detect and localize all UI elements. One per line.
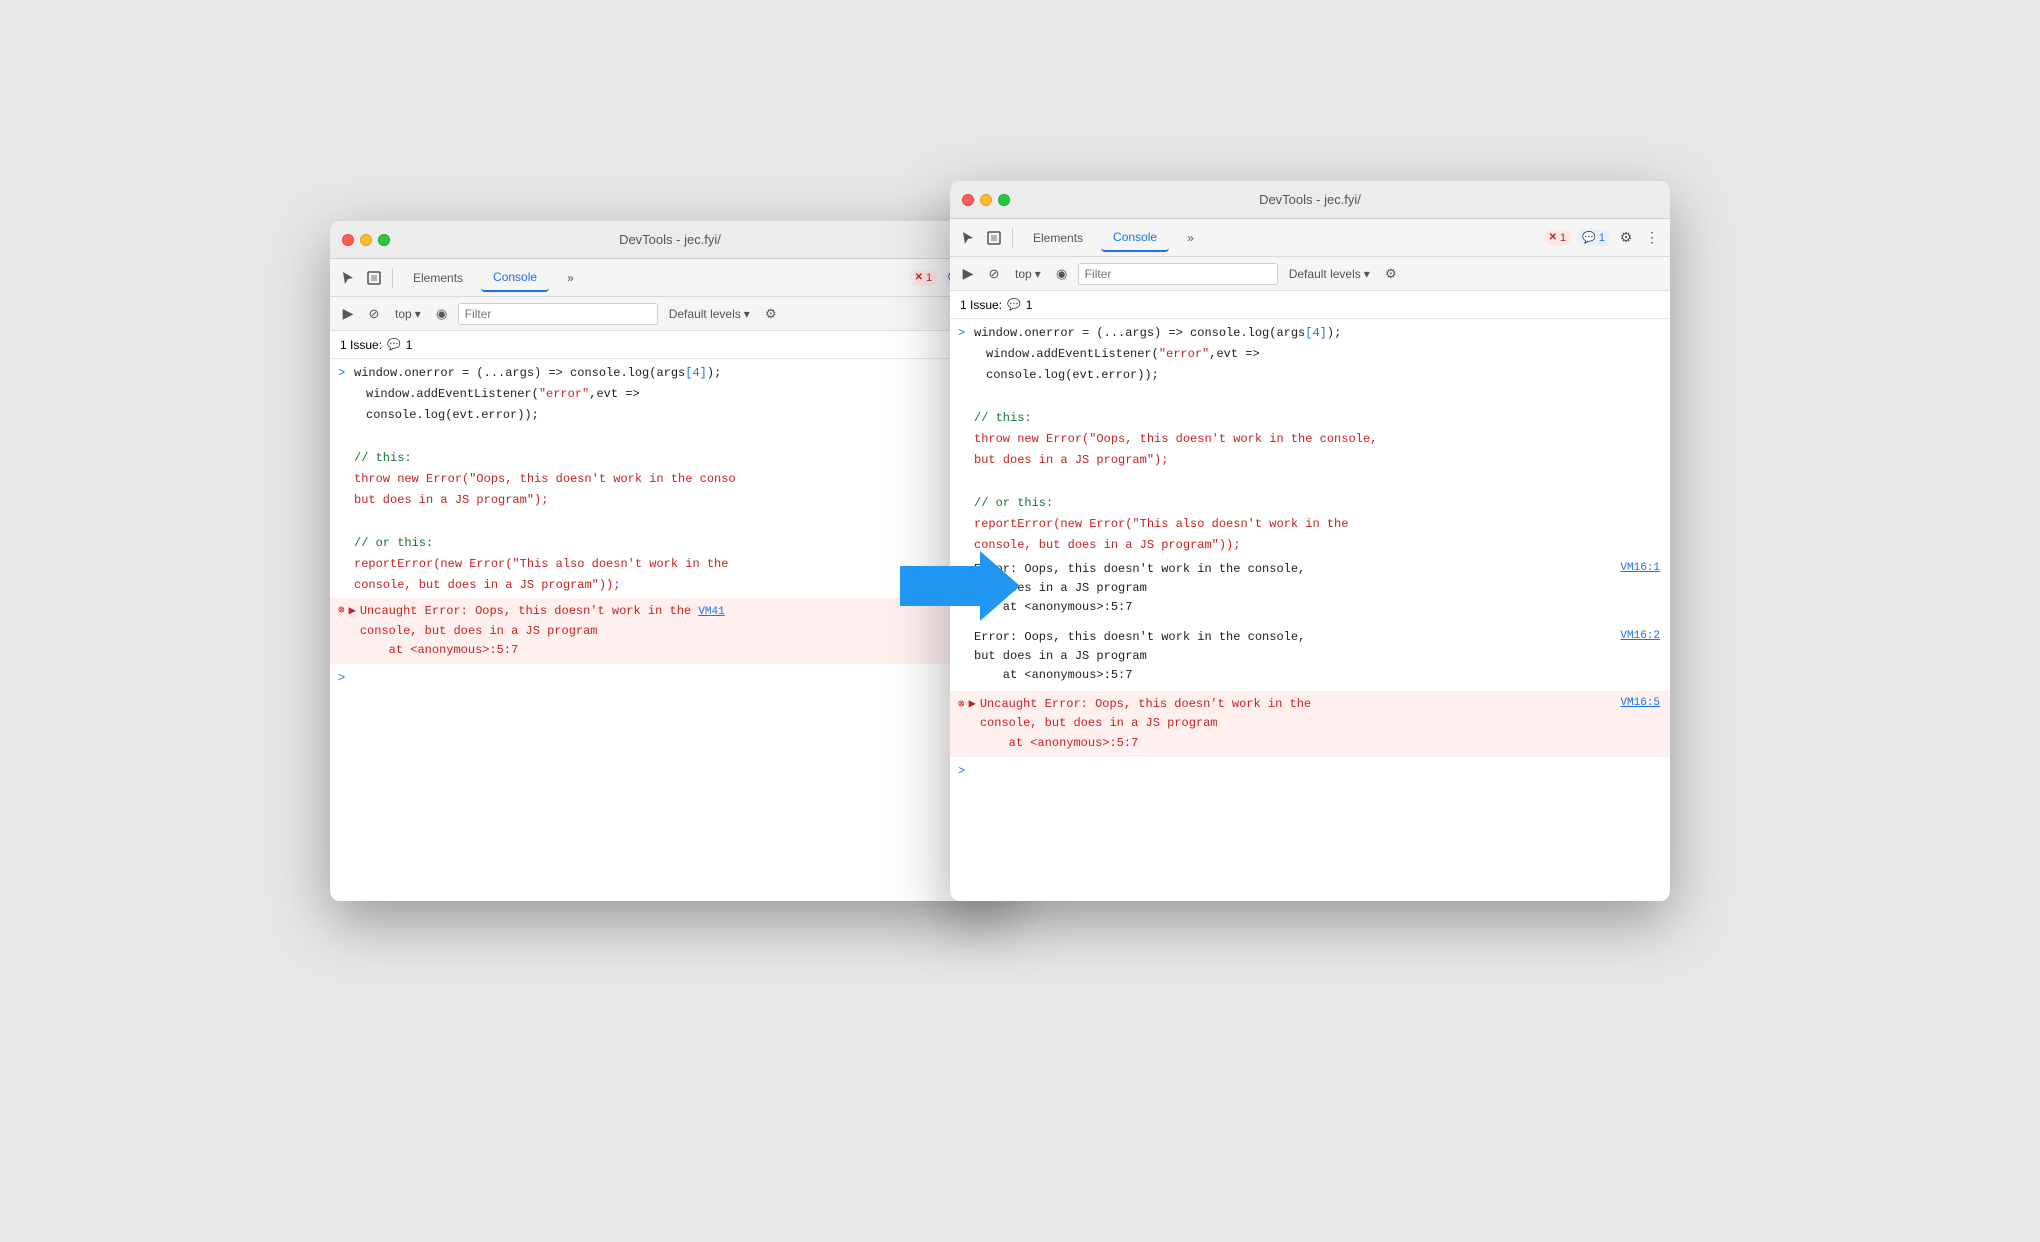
message-icon-front: 💬 (1582, 231, 1596, 244)
traffic-light-green-front[interactable] (998, 194, 1010, 206)
error-circle-front: ⊗ (958, 697, 965, 715)
error-content-front: Uncaught Error: Oops, this doesn't work … (980, 695, 1660, 753)
error-badge-back[interactable]: ✕ 1 (910, 270, 938, 286)
gear-icon-console-back[interactable]: ⚙ (761, 304, 781, 324)
tab-elements-front[interactable]: Elements (1021, 225, 1095, 251)
default-levels-back[interactable]: Default levels ▾ (664, 305, 755, 323)
tab-console-front[interactable]: Console (1101, 224, 1169, 252)
issue-icon-back: 💬 (387, 338, 401, 351)
cursor-icon-front[interactable] (958, 228, 978, 248)
main-scene: DevTools - jec.fyi/ Elements Console » ✕ (330, 131, 1710, 1111)
tab-elements-back[interactable]: Elements (401, 265, 475, 291)
box-icon[interactable] (364, 268, 384, 288)
console-front-throw-2: but does in a JS program"); (950, 450, 1670, 471)
console-front-line-3: console.log(evt.error)); (950, 365, 1670, 386)
console-front-blank-1 (950, 387, 1670, 408)
issue-text-back: 1 Issue: (340, 338, 382, 352)
toolbar-sep-1 (392, 268, 393, 288)
error-icon-back: ✕ (915, 272, 923, 283)
tab-console-back[interactable]: Console (481, 264, 549, 292)
traffic-lights-front (962, 194, 1010, 206)
message-count-front: 1 (1599, 232, 1605, 244)
tab-more-back[interactable]: » (555, 265, 586, 291)
console-comment-1: // this: (330, 448, 1010, 469)
issue-count-back: 1 (406, 338, 413, 352)
issue-bar-front: 1 Issue: 💬 1 (950, 291, 1670, 319)
console-blank-1 (330, 427, 1010, 448)
console-line-3: console.log(evt.error)); (330, 405, 1010, 426)
error-row-front: ⊗ ▶ Uncaught Error: Oops, this doesn't w… (950, 691, 1670, 757)
console-line-2: window.addEventListener("error",evt => (330, 384, 1010, 405)
issue-text-front: 1 Issue: (960, 298, 1002, 312)
gear-icon-front[interactable]: ⚙ (1616, 228, 1636, 248)
titlebar-front: DevTools - jec.fyi/ (950, 181, 1670, 219)
traffic-light-red-front[interactable] (962, 194, 974, 206)
default-levels-front[interactable]: Default levels ▾ (1284, 265, 1375, 283)
console-toolbar-front: ▶ ⊘ top ▾ ◉ Default levels ▾ ⚙ (950, 257, 1670, 291)
console-front-line-2: window.addEventListener("error",evt => (950, 344, 1670, 365)
console-front-comment-1: // this: (950, 408, 1670, 429)
top-dropdown-front[interactable]: top ▾ (1010, 264, 1046, 284)
console-front-report-2: console, but does in a JS program")); (950, 535, 1670, 556)
ban-icon-back[interactable]: ⊘ (364, 304, 384, 324)
titlebar-back: DevTools - jec.fyi/ (330, 221, 1010, 259)
console-front-throw-1: throw new Error("Oops, this doesn't work… (950, 429, 1670, 450)
error-output-2: Error: Oops, this doesn't work in the co… (950, 624, 1670, 690)
eye-icon-back[interactable]: ◉ (432, 304, 452, 324)
console-prompt-back: > (330, 668, 1010, 686)
filter-input-front[interactable] (1078, 263, 1278, 285)
console-prompt-front: > (950, 761, 1670, 779)
toolbar-sep-front (1012, 228, 1013, 248)
console-content-back: > window.onerror = (...args) => console.… (330, 359, 1010, 690)
traffic-light-green[interactable] (378, 234, 390, 246)
window-title-front: DevTools - jec.fyi/ (1259, 192, 1361, 207)
issue-icon-front: 💬 (1007, 298, 1021, 311)
message-badge-front[interactable]: 💬 1 (1577, 229, 1610, 246)
traffic-light-yellow[interactable] (360, 234, 372, 246)
console-front-line-1: > window.onerror = (...args) => console.… (950, 323, 1670, 344)
error-count-back: 1 (926, 272, 932, 284)
vm16-2-ref[interactable]: VM16:2 (1620, 628, 1660, 646)
devtools-window-front: DevTools - jec.fyi/ Elements Console » ✕ (950, 181, 1670, 901)
error-icon-circle-back: ⊗ (338, 603, 345, 621)
traffic-lights-back (342, 234, 390, 246)
play-icon-back[interactable]: ▶ (338, 304, 358, 324)
issue-bar-back: 1 Issue: 💬 1 (330, 331, 1010, 359)
ban-icon-front[interactable]: ⊘ (984, 264, 1004, 284)
cursor-icon[interactable] (338, 268, 358, 288)
error-triangle-front: ▶ (969, 695, 976, 714)
vm16-5-ref[interactable]: VM16:5 (1620, 695, 1660, 714)
traffic-light-red[interactable] (342, 234, 354, 246)
main-toolbar-front: Elements Console » ✕ 1 💬 1 ⚙ ⋮ (950, 219, 1670, 257)
error-icon-front: ✕ (1549, 232, 1557, 243)
eye-icon-front[interactable]: ◉ (1052, 264, 1072, 284)
box-icon-front[interactable] (984, 228, 1004, 248)
more-icon-front[interactable]: ⋮ (1642, 228, 1662, 248)
error-output-1: Error: Oops, this doesn't work in the co… (950, 556, 1670, 622)
console-front-blank-2 (950, 471, 1670, 492)
window-title-back: DevTools - jec.fyi/ (619, 232, 721, 247)
tab-more-front[interactable]: » (1175, 225, 1206, 251)
play-icon-front[interactable]: ▶ (958, 264, 978, 284)
blue-arrow (900, 551, 1020, 626)
console-throw-2: but does in a JS program"); (330, 490, 1010, 511)
filter-input-back[interactable] (458, 303, 658, 325)
top-dropdown-back[interactable]: top ▾ (390, 304, 426, 324)
error-triangle-back: ▶ (349, 602, 356, 621)
error-badge-front[interactable]: ✕ 1 (1544, 230, 1572, 246)
console-blank-2 (330, 511, 1010, 532)
console-line-1: > window.onerror = (...args) => console.… (330, 363, 1010, 384)
console-front-comment-2: // or this: (950, 493, 1670, 514)
issue-count-front: 1 (1026, 298, 1033, 312)
console-content-front: > window.onerror = (...args) => console.… (950, 319, 1670, 783)
vm16-1-ref[interactable]: VM16:1 (1620, 560, 1660, 578)
console-throw-1: throw new Error("Oops, this doesn't work… (330, 469, 1010, 490)
main-toolbar-back: Elements Console » ✕ 1 💬 1 ⚙ (330, 259, 1010, 297)
console-toolbar-back: ▶ ⊘ top ▾ ◉ Default levels ▾ ⚙ (330, 297, 1010, 331)
console-front-report-1: reportError(new Error("This also doesn't… (950, 514, 1670, 535)
error-count-front: 1 (1560, 232, 1566, 244)
gear-icon-console-front[interactable]: ⚙ (1381, 264, 1401, 284)
traffic-light-yellow-front[interactable] (980, 194, 992, 206)
